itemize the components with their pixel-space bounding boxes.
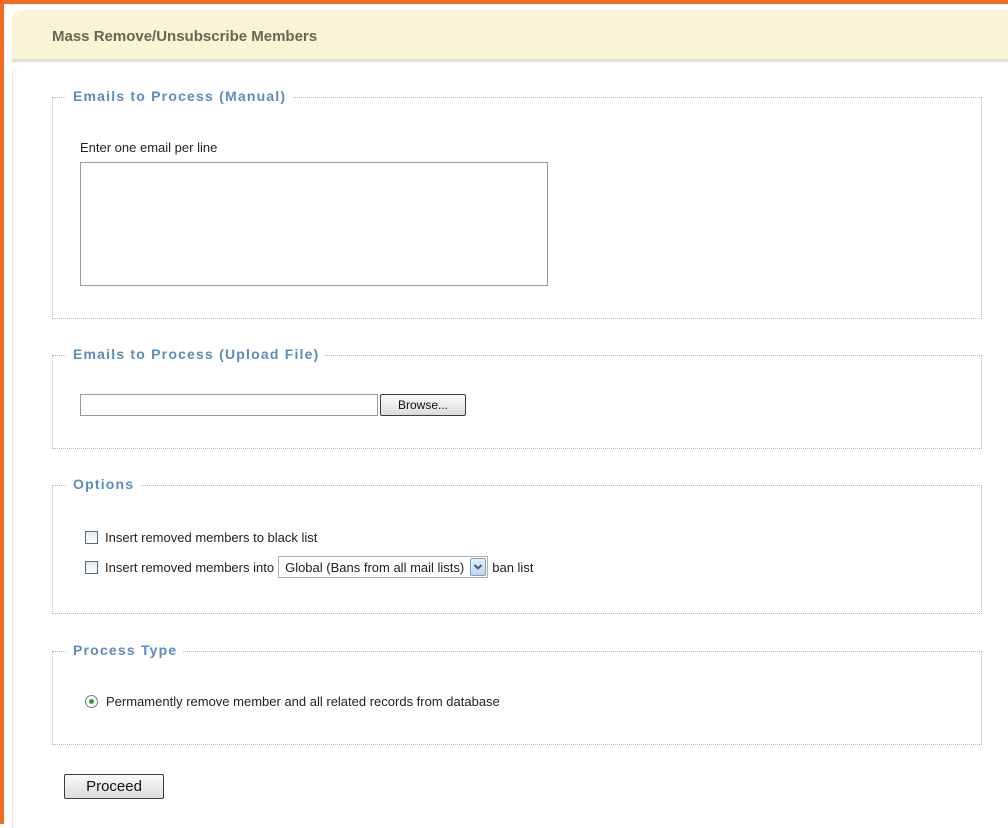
file-path-input[interactable]	[80, 394, 378, 416]
radio-selected-dot	[89, 698, 94, 704]
process-type-fieldset: Process Type Permamently remove member a…	[52, 642, 982, 745]
emails-textarea[interactable]	[80, 162, 548, 286]
remove-permanently-label: Permamently remove member and all relate…	[106, 693, 500, 709]
banlist-suffix-label: ban list	[492, 559, 534, 575]
banlist-option-row: Insert removed members into Global (Bans…	[85, 556, 533, 578]
blacklist-option-row: Insert removed members to black list	[85, 526, 317, 548]
blacklist-checkbox[interactable]	[85, 530, 98, 544]
page-title: Mass Remove/Unsubscribe Members	[52, 28, 318, 45]
remove-permanently-radio[interactable]	[85, 694, 98, 708]
banlist-select[interactable]: Global (Bans from all mail lists)	[278, 556, 489, 578]
upload-file-legend: Emails to Process (Upload File)	[67, 346, 326, 362]
process-type-legend: Process Type	[67, 642, 184, 658]
browse-button[interactable]: Browse...	[380, 394, 466, 416]
proceed-button[interactable]: Proceed	[64, 774, 164, 799]
process-type-option-row: Permamently remove member and all relate…	[85, 690, 500, 712]
options-fieldset: Options Insert removed members to black …	[52, 476, 982, 614]
chevron-down-icon[interactable]	[470, 558, 487, 576]
manual-emails-legend: Emails to Process (Manual)	[67, 88, 293, 104]
page-header: Mass Remove/Unsubscribe Members	[12, 10, 1008, 62]
blacklist-checkbox-label: Insert removed members to black list	[105, 529, 318, 545]
banlist-checkbox[interactable]	[85, 560, 98, 574]
manual-emails-fieldset: Emails to Process (Manual) Enter one ema…	[52, 88, 982, 319]
upload-file-fieldset: Emails to Process (Upload File) Browse..…	[52, 346, 982, 449]
page-frame: Mass Remove/Unsubscribe Members Emails t…	[0, 0, 1008, 828]
manual-emails-hint: Enter one email per line	[80, 140, 218, 155]
options-legend: Options	[67, 476, 141, 492]
chevron-down-icon-glyph	[474, 564, 483, 570]
banlist-prefix-label: Insert removed members into	[105, 559, 275, 575]
banlist-select-value: Global (Bans from all mail lists)	[285, 559, 465, 575]
